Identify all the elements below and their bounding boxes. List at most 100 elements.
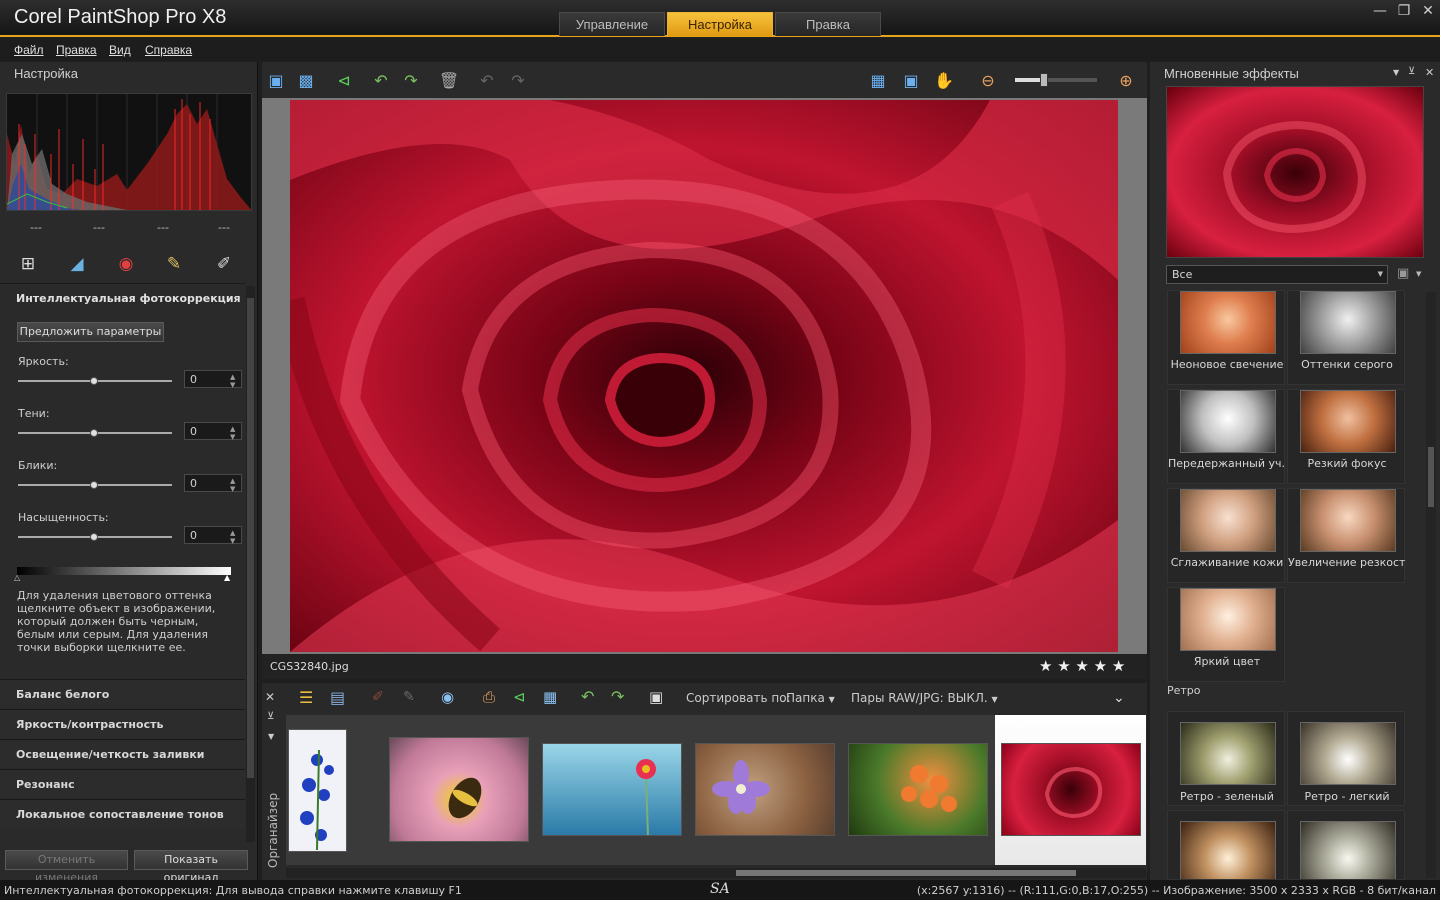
menu-edit[interactable]: Правка: [56, 43, 97, 57]
status-sa-mark: SA: [710, 881, 730, 897]
zoom-slider[interactable]: [1015, 78, 1097, 82]
tone-gradient-bar[interactable]: [17, 567, 231, 575]
section-local-tone-mapping[interactable]: Локальное сопоставление тонов: [0, 799, 245, 828]
tab-manage[interactable]: Управление: [559, 12, 665, 36]
view-mode-icon[interactable]: ▤: [330, 688, 345, 707]
makeover-icon[interactable]: ✐: [213, 254, 235, 276]
effect-sharpen[interactable]: Увеличение резкости: [1287, 488, 1406, 583]
effect-skin-smoothing[interactable]: Сглаживание кожи: [1167, 488, 1285, 583]
effect-neon-glow[interactable]: Неоновое свечение: [1167, 290, 1285, 385]
redo-icon[interactable]: ↷: [507, 70, 529, 92]
menu-help[interactable]: Справка: [145, 43, 192, 57]
main-image-rose[interactable]: [290, 100, 1118, 652]
effect-retro-green[interactable]: Ретро - зеленый: [1167, 711, 1285, 806]
effects-scroll-thumb[interactable]: [1428, 447, 1434, 507]
close-icon[interactable]: ✕: [1417, 2, 1439, 20]
actual-size-icon[interactable]: ▦: [867, 70, 889, 92]
effect-sharp-focus[interactable]: Резкий фокус: [1287, 389, 1405, 484]
shadows-spinner[interactable]: ▲ ▼: [230, 425, 240, 441]
left-panel-scroll-thumb[interactable]: [247, 298, 254, 778]
panel-pin-icon[interactable]: ⊻: [1408, 66, 1415, 77]
collapse-chevron-icon[interactable]: ⌄: [1113, 690, 1125, 706]
edit-brush-icon[interactable]: ✐: [372, 689, 384, 705]
effects-filter-dropdown[interactable]: Все ▼: [1166, 265, 1388, 284]
saturation-slider-thumb[interactable]: [90, 533, 98, 541]
thumbnail-orange-flowers[interactable]: [848, 743, 988, 836]
favorites-chevron-down-icon[interactable]: ▼: [1416, 270, 1421, 278]
left-panel-scrollbar[interactable]: [246, 286, 255, 842]
save-as-icon[interactable]: ▩: [295, 70, 317, 92]
menu-file[interactable]: Файл: [14, 43, 44, 57]
black-point-marker[interactable]: △: [14, 573, 20, 582]
retouch-icon[interactable]: ✎: [163, 254, 185, 276]
pan-hand-icon[interactable]: ✋: [933, 70, 955, 92]
thumbnail-violet-flower[interactable]: [695, 743, 835, 836]
panel-close-icon[interactable]: ✕: [1425, 66, 1434, 79]
show-original-button[interactable]: Показать оригинал: [134, 850, 248, 884]
effects-scrollbar[interactable]: [1426, 292, 1436, 878]
thumbnail-gerbera[interactable]: [542, 743, 682, 836]
effect-overexposed[interactable]: Передержанный уч...: [1167, 389, 1286, 484]
section-vibrancy[interactable]: Резонанс: [0, 769, 245, 798]
effect-retro-warm[interactable]: [1167, 810, 1285, 880]
organizer-rotate-right-icon[interactable]: ↷: [611, 687, 624, 706]
histogram-value-3: ---: [157, 221, 169, 234]
straighten-icon[interactable]: ◢: [66, 254, 88, 276]
undo-icon[interactable]: ↶: [476, 70, 498, 92]
slideshow-icon[interactable]: ▦: [543, 688, 557, 706]
suggest-settings-button[interactable]: Предложить параметры: [17, 322, 164, 342]
zoom-out-icon[interactable]: ⊖: [977, 70, 999, 92]
delete-icon[interactable]: 🗑: [438, 70, 460, 92]
section-white-balance[interactable]: Баланс белого: [0, 679, 245, 708]
edit-pen-icon[interactable]: ✎: [403, 689, 415, 705]
effect-vivid-color[interactable]: Яркий цвет: [1167, 587, 1285, 682]
saturation-spinner[interactable]: ▲ ▼: [230, 529, 240, 545]
rotate-left-icon[interactable]: ↶: [370, 70, 392, 92]
section-brightness-contrast[interactable]: Яркость/контрастность: [0, 709, 245, 738]
organizer-rotate-left-icon[interactable]: ↶: [581, 687, 594, 706]
brightness-spinner[interactable]: ▲ ▼: [230, 373, 240, 389]
zoom-slider-thumb[interactable]: [1039, 73, 1048, 87]
tab-edit[interactable]: Правка: [775, 12, 881, 36]
section-fill-light-clarity[interactable]: Освещение/четкость заливки: [0, 739, 245, 768]
zoom-in-icon[interactable]: ⊕: [1115, 70, 1137, 92]
red-eye-icon[interactable]: ◉: [115, 254, 137, 276]
organizer-share-icon[interactable]: ⊲: [513, 688, 526, 706]
sort-by-dropdown[interactable]: Папка ▼: [786, 691, 835, 705]
effect-grayscale[interactable]: Оттенки серого: [1287, 290, 1405, 385]
folder-navigation-icon[interactable]: ☰: [299, 688, 313, 707]
thumbnail-red-rose[interactable]: [1001, 743, 1141, 836]
organizer-close-icon[interactable]: ✕: [265, 690, 275, 704]
thumbnail-bee-on-flower[interactable]: [389, 737, 529, 842]
shadows-label: Тени:: [18, 407, 50, 420]
menu-view[interactable]: Вид: [109, 43, 131, 57]
brightness-slider-thumb[interactable]: [90, 377, 98, 385]
effect-retro-faded[interactable]: [1287, 810, 1405, 880]
crop-icon[interactable]: ⊞: [17, 254, 39, 276]
white-point-marker[interactable]: ▲: [224, 573, 230, 582]
raw-pairs-dropdown[interactable]: Пары RAW/JPG: ВЫКЛ. ▼: [851, 691, 998, 705]
effect-retro-light[interactable]: Ретро - легкий: [1287, 711, 1405, 806]
share-icon[interactable]: ⊲: [333, 70, 355, 92]
print-icon[interactable]: ⎙: [483, 688, 495, 706]
thumbnail-scroll-thumb[interactable]: [736, 870, 1076, 876]
fit-window-icon[interactable]: ▣: [900, 70, 922, 92]
organizer-pin-icon[interactable]: ⊻: [267, 711, 274, 722]
shadows-slider-thumb[interactable]: [90, 429, 98, 437]
save-icon[interactable]: ▣: [265, 70, 287, 92]
thumbnail-scrollbar[interactable]: [286, 868, 1146, 878]
organizer-menu-icon[interactable]: ▼: [268, 732, 274, 741]
restore-icon[interactable]: ❐: [1393, 2, 1415, 20]
panel-menu-icon[interactable]: ▼: [1393, 68, 1399, 77]
favorites-icon[interactable]: ▣: [1397, 266, 1409, 281]
highlights-slider-thumb[interactable]: [90, 481, 98, 489]
rating-stars[interactable]: ★ ★ ★ ★ ★: [1039, 657, 1125, 675]
capture-icon[interactable]: ▣: [649, 688, 663, 706]
image-info-icon[interactable]: ◉: [441, 688, 454, 706]
tab-adjust[interactable]: Настройка: [667, 12, 773, 36]
undo-changes-button[interactable]: Отменить изменения: [5, 850, 128, 884]
highlights-spinner[interactable]: ▲ ▼: [230, 477, 240, 493]
thumbnail-blue-flowers[interactable]: [288, 729, 347, 852]
rotate-right-icon[interactable]: ↷: [400, 70, 422, 92]
minimize-icon[interactable]: —: [1369, 2, 1391, 20]
